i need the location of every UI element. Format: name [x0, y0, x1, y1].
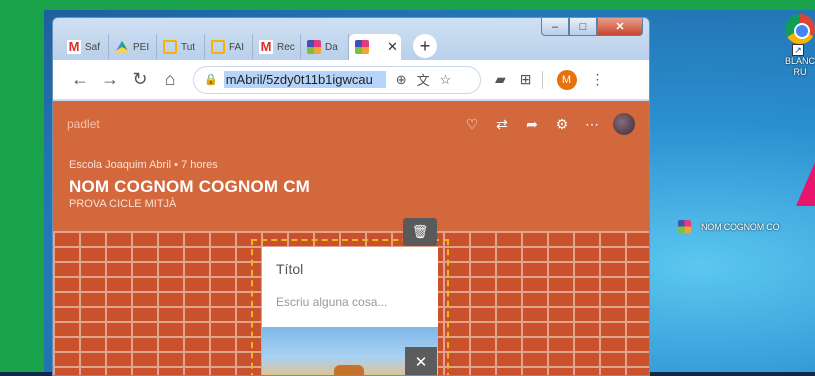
- maximize-button[interactable]: □: [569, 18, 597, 36]
- padlet-icon: [307, 40, 321, 54]
- extension-icon[interactable]: ▰: [495, 71, 506, 88]
- padlet-board: padlet ♡ ⇄ ➦ ⚙ ⋯ Escola Joaquim Abril • …: [53, 101, 649, 375]
- new-tab-button[interactable]: +: [413, 34, 437, 58]
- padlet-icon: [678, 220, 691, 233]
- url-text[interactable]: mAbril/5zdy0t11b1igwcau: [223, 71, 386, 88]
- back-icon[interactable]: ←: [65, 69, 95, 90]
- frame-left: [0, 0, 44, 376]
- home-icon[interactable]: ⌂: [155, 69, 185, 90]
- minimize-button[interactable]: –: [541, 18, 569, 36]
- board-subtitle: PROVA CICLE MITJÀ: [69, 198, 177, 210]
- close-tab-icon[interactable]: ✕: [387, 39, 398, 55]
- share-icon[interactable]: ➦: [517, 116, 547, 133]
- board-title: NOM COGNOM COGNOM CM: [69, 177, 311, 196]
- tab-strip: M Saf PEI Tut FAI M Rec Da ✕ +: [61, 32, 437, 60]
- drive-icon: [115, 40, 129, 53]
- remove-image-icon[interactable]: ✕: [405, 347, 437, 375]
- remake-icon[interactable]: ⇄: [487, 116, 517, 133]
- close-window-button[interactable]: ✕: [597, 18, 643, 36]
- board-author: Escola Joaquim Abril • 7 hores: [69, 159, 218, 171]
- forward-icon[interactable]: →: [95, 69, 125, 90]
- frame-top: [0, 0, 815, 10]
- padlet-shortcut-label: NOM COGNOM CO: [701, 221, 780, 232]
- window-controls: – □ ✕: [541, 18, 643, 36]
- decorative-pink-shape: [796, 160, 815, 206]
- post-title-input[interactable]: Títol: [276, 261, 303, 277]
- toolbar-divider: [541, 70, 543, 89]
- tab-padlet-1[interactable]: Da: [301, 34, 349, 60]
- slides-icon: [163, 40, 177, 54]
- post-body-input[interactable]: Escriu alguna cosa...: [276, 295, 387, 309]
- profile-avatar[interactable]: M: [556, 69, 577, 90]
- shortcut-label: BLANC RU: [784, 56, 815, 77]
- tab-padlet-active[interactable]: ✕: [349, 34, 401, 60]
- reload-icon[interactable]: ↻: [125, 69, 155, 90]
- gmail-icon: M: [259, 39, 273, 54]
- settings-gear-icon[interactable]: ⚙: [547, 116, 577, 133]
- address-bar[interactable]: 🔒 mAbril/5zdy0t11b1igwcau ⊕ 文 ☆: [193, 65, 481, 94]
- board-actions: ♡ ⇄ ➦ ⚙ ⋯: [457, 113, 635, 135]
- shortcut-arrow-icon: ↗: [792, 44, 804, 56]
- more-icon[interactable]: ⋯: [577, 116, 607, 133]
- tab-slides-2[interactable]: FAI: [205, 34, 253, 60]
- padlet-icon: [355, 40, 369, 54]
- translate-icon[interactable]: 文: [417, 70, 430, 89]
- tab-gmail-2[interactable]: M Rec: [253, 34, 301, 60]
- lock-icon[interactable]: 🔒: [204, 73, 218, 86]
- gmail-icon: M: [67, 39, 81, 54]
- browser-window: M Saf PEI Tut FAI M Rec Da ✕ + – □ ✕ ← → ↻…: [52, 17, 650, 376]
- menu-kebab-icon[interactable]: ⋮: [591, 71, 605, 88]
- desktop-shortcut-chrome[interactable]: ↗ BLANC RU: [770, 14, 815, 78]
- apps-grid-icon[interactable]: ⊞: [520, 71, 532, 88]
- delete-post-icon[interactable]: 🗑: [403, 218, 437, 246]
- user-avatar[interactable]: [613, 113, 635, 135]
- bookmark-star-icon[interactable]: ☆: [440, 72, 452, 88]
- tab-drive[interactable]: PEI: [109, 34, 157, 60]
- padlet-logo[interactable]: padlet: [67, 117, 100, 131]
- browser-toolbar: ← → ↻ ⌂ 🔒 mAbril/5zdy0t11b1igwcau ⊕ 文 ☆ …: [53, 60, 649, 100]
- heart-icon[interactable]: ♡: [457, 116, 487, 133]
- tab-slides-1[interactable]: Tut: [157, 34, 205, 60]
- chrome-icon: [785, 14, 815, 44]
- install-icon[interactable]: ⊕: [396, 72, 407, 88]
- title-bar: M Saf PEI Tut FAI M Rec Da ✕ + – □ ✕: [53, 18, 649, 60]
- tab-gmail-1[interactable]: M Saf: [61, 34, 109, 60]
- slides-icon: [211, 40, 225, 54]
- desktop-shortcut-padlet[interactable]: NOM COGNOM CO: [678, 220, 780, 233]
